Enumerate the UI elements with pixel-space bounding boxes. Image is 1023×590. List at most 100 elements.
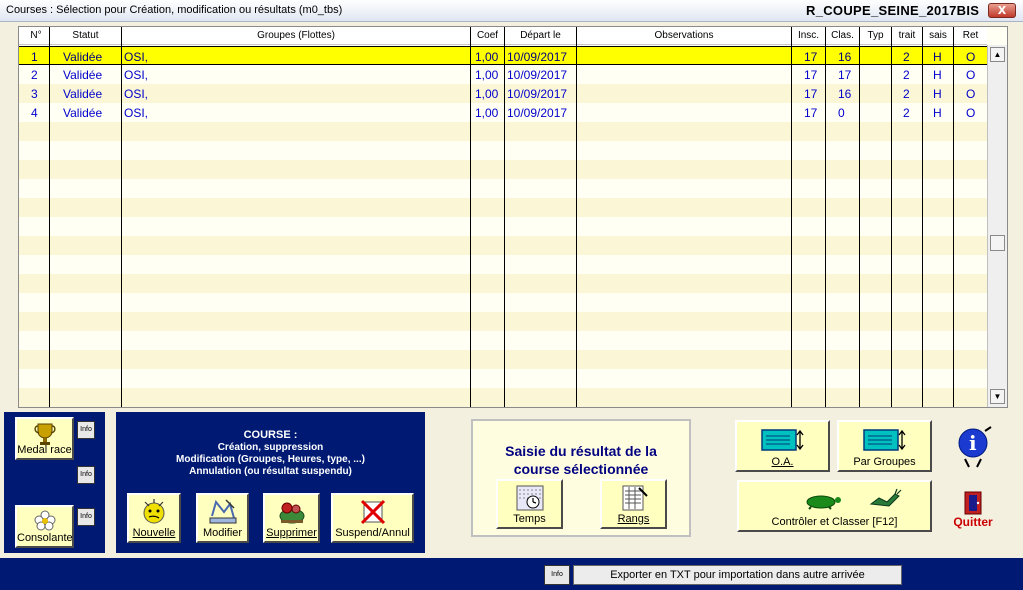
cell-num: 2: [31, 68, 38, 82]
modifier-button[interactable]: Modifier: [196, 493, 249, 543]
cell-trait: 2: [903, 68, 910, 82]
table-row[interactable]: 3 Validée OSI, 1,00 10/09/2017 17 16 2 H…: [19, 84, 987, 103]
col-header-observations[interactable]: Observations: [577, 30, 791, 41]
col-header-groupes[interactable]: Groupes (Flottes): [122, 30, 470, 41]
col-header-ret[interactable]: Ret: [954, 30, 987, 41]
oa-button[interactable]: O.A.: [735, 420, 830, 472]
courses-grid: N° Statut Groupes (Flottes) Coef Départ …: [18, 26, 1008, 408]
cell-num: 3: [31, 87, 38, 101]
empty-row: [19, 312, 987, 331]
vertical-scrollbar[interactable]: ▲ ▼: [987, 45, 1007, 407]
regatta-name: R_COUPE_SEINE_2017BIS: [806, 3, 980, 18]
column-divider: [922, 27, 923, 407]
cell-sais: H: [933, 106, 942, 120]
cell-trait: 2: [903, 50, 910, 64]
cell-depart: 10/09/2017: [507, 87, 568, 101]
consolante-button[interactable]: Consolante: [15, 505, 74, 548]
controler-classer-label: Contrôler et Classer [F12]: [771, 516, 898, 528]
cell-coef: 1,00: [475, 68, 499, 82]
cell-sais: H: [933, 87, 942, 101]
cell-num: 1: [31, 50, 38, 64]
grid-header: N° Statut Groupes (Flottes) Coef Départ …: [19, 27, 987, 45]
supprimer-button[interactable]: Supprimer: [263, 493, 320, 543]
par-groupes-button[interactable]: Par Groupes: [837, 420, 932, 472]
cell-groupes: OSI,: [124, 68, 149, 82]
temps-button[interactable]: Temps: [496, 479, 563, 529]
col-header-num[interactable]: N°: [23, 30, 49, 41]
grid-rows: 1 Validée OSI, 1,00 10/09/2017 17 16 2 H…: [19, 46, 987, 407]
result-entry-title-line2: course sélectionnée: [513, 461, 649, 477]
cell-groupes: OSI,: [124, 106, 149, 120]
scroll-up-icon[interactable]: ▲: [990, 47, 1005, 62]
empty-row: [19, 255, 987, 274]
help-info-icon[interactable]: i: [955, 425, 995, 469]
medal-info-icon[interactable]: Info: [77, 421, 95, 439]
table-row[interactable]: 4 Validée OSI, 1,00 10/09/2017 17 0 2 H …: [19, 103, 987, 122]
scroll-thumb[interactable]: [990, 235, 1005, 251]
cell-trait: 2: [903, 106, 910, 120]
col-header-depart[interactable]: Départ le: [505, 30, 576, 41]
rangs-button[interactable]: Rangs: [600, 479, 667, 529]
quit-door-icon[interactable]: [962, 490, 986, 516]
info-icon[interactable]: Info: [77, 466, 95, 484]
delete-icon: [279, 502, 304, 524]
col-header-clas[interactable]: Clas.: [826, 30, 859, 41]
cell-num: 4: [31, 106, 38, 120]
close-button[interactable]: X: [988, 3, 1016, 18]
col-header-typ[interactable]: Typ: [860, 30, 891, 41]
consolante-info-icon[interactable]: Info: [77, 508, 95, 526]
empty-row: [19, 274, 987, 293]
rank-list-icon: [622, 485, 648, 511]
table-row[interactable]: 1 Validée OSI, 1,00 10/09/2017 17 16 2 H…: [19, 46, 987, 65]
temps-label: Temps: [513, 513, 546, 525]
cell-insc: 17: [804, 68, 818, 82]
export-info-icon[interactable]: Info: [544, 565, 570, 585]
cell-groupes: OSI,: [124, 50, 149, 64]
modify-icon: [209, 499, 236, 524]
cell-statut: Validée: [63, 106, 103, 120]
cell-statut: Validée: [63, 50, 103, 64]
cell-trait: 2: [903, 87, 910, 101]
col-header-insc[interactable]: Insc.: [792, 30, 825, 41]
col-header-coef[interactable]: Coef: [471, 30, 504, 41]
cell-depart: 10/09/2017: [507, 106, 568, 120]
cell-clas: 17: [838, 68, 852, 82]
cell-coef: 1,00: [475, 106, 499, 120]
controler-classer-button[interactable]: Contrôler et Classer [F12]: [737, 480, 932, 532]
empty-row: [19, 388, 987, 407]
cell-clas: 16: [838, 87, 852, 101]
quitter-label[interactable]: Quitter: [950, 515, 996, 529]
export-txt-button[interactable]: Exporter en TXT pour importation dans au…: [573, 565, 902, 585]
cell-sais: H: [933, 50, 942, 64]
medal-race-button[interactable]: Medal race: [15, 417, 74, 460]
cell-groupes: OSI,: [124, 87, 149, 101]
cell-insc: 17: [804, 87, 818, 101]
column-divider: [953, 27, 954, 407]
scroll-down-icon[interactable]: ▼: [990, 389, 1005, 404]
result-entry-title-line1: Saisie du résultat de la: [505, 443, 657, 459]
par-groupes-label: Par Groupes: [853, 456, 916, 468]
course-desc-line: Annulation (ou résultat suspendu): [189, 466, 352, 477]
turtle-hare-icon: [806, 488, 902, 510]
cell-ret: O: [966, 87, 976, 101]
cell-coef: 1,00: [475, 50, 499, 64]
table-row[interactable]: 2 Validée OSI, 1,00 10/09/2017 17 17 2 H…: [19, 65, 987, 84]
new-face-icon: [143, 499, 165, 524]
column-divider: [504, 27, 505, 407]
suspend-annul-button[interactable]: Suspend/Annul: [331, 493, 414, 543]
col-header-trait[interactable]: trait: [892, 30, 922, 41]
col-header-sais[interactable]: sais: [923, 30, 953, 41]
course-desc-line: Modification (Groupes, Heures, type, ...…: [176, 454, 365, 465]
cell-depart: 10/09/2017: [507, 50, 568, 64]
column-divider: [470, 27, 471, 407]
cell-clas: 16: [838, 50, 852, 64]
col-header-statut[interactable]: Statut: [50, 30, 121, 41]
cell-sais: H: [933, 68, 942, 82]
nouvelle-button[interactable]: Nouvelle: [127, 493, 181, 543]
cell-insc: 17: [804, 50, 818, 64]
cell-clas: 0: [838, 106, 845, 120]
column-divider: [49, 27, 50, 407]
empty-row: [19, 160, 987, 179]
medal-race-label: Medal race: [17, 444, 72, 456]
course-desc-line: Création, suppression: [217, 442, 324, 453]
